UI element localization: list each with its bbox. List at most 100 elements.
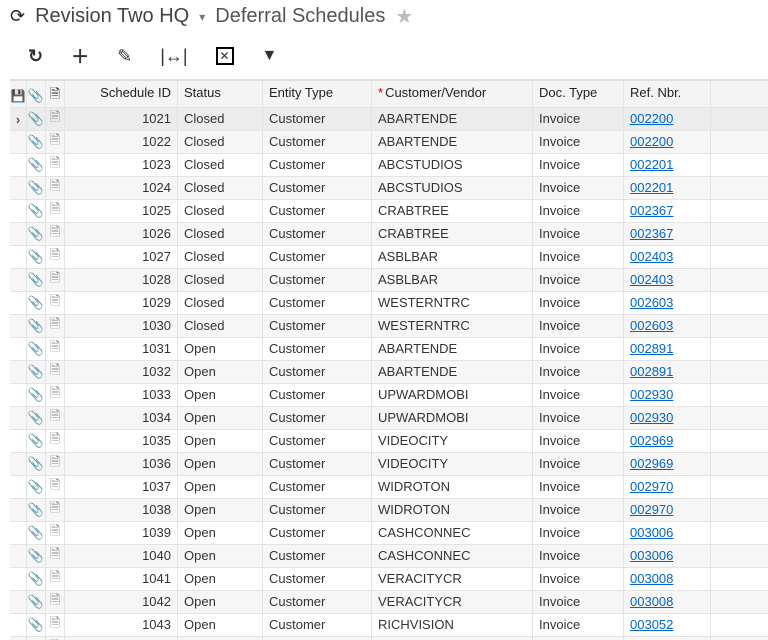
- notes-icon[interactable]: 🗎: [46, 177, 65, 199]
- attachment-icon[interactable]: 📎: [27, 522, 46, 544]
- table-row[interactable]: ›📎🗎1021ClosedCustomerABARTENDEInvoice002…: [10, 108, 768, 131]
- attachment-icon[interactable]: 📎: [27, 131, 46, 153]
- table-row[interactable]: 📎🗎1040OpenCustomerCASHCONNECInvoice00300…: [10, 545, 768, 568]
- notes-icon[interactable]: 🗎: [46, 269, 65, 291]
- ref-link[interactable]: 002200: [630, 111, 673, 126]
- attachment-icon[interactable]: 📎: [27, 499, 46, 521]
- header-customer-vendor[interactable]: *Customer/Vendor: [372, 81, 533, 107]
- header-save-icon[interactable]: 💾: [10, 81, 27, 107]
- ref-link[interactable]: 002603: [630, 318, 673, 333]
- attachment-icon[interactable]: 📎: [27, 407, 46, 429]
- notes-icon[interactable]: 🗎: [46, 292, 65, 314]
- ref-link[interactable]: 002969: [630, 456, 673, 471]
- attachment-icon[interactable]: 📎: [27, 338, 46, 360]
- notes-icon[interactable]: 🗎: [46, 545, 65, 567]
- header-ref-nbr[interactable]: Ref. Nbr.: [624, 81, 711, 107]
- ref-link[interactable]: 002891: [630, 364, 673, 379]
- attachment-icon[interactable]: 📎: [27, 476, 46, 498]
- notes-icon[interactable]: 🗎: [46, 200, 65, 222]
- table-row[interactable]: 📎🗎1041OpenCustomerVERACITYCRInvoice00300…: [10, 568, 768, 591]
- attachment-icon[interactable]: 📎: [27, 154, 46, 176]
- ref-link[interactable]: 002970: [630, 502, 673, 517]
- attachment-icon[interactable]: 📎: [27, 315, 46, 337]
- notes-icon[interactable]: 🗎: [46, 223, 65, 245]
- refresh-button[interactable]: ↻: [28, 46, 43, 67]
- notes-icon[interactable]: 🗎: [46, 154, 65, 176]
- attachment-icon[interactable]: 📎: [27, 568, 46, 590]
- attachment-icon[interactable]: 📎: [27, 591, 46, 613]
- table-row[interactable]: 📎🗎1029ClosedCustomerWESTERNTRCInvoice002…: [10, 292, 768, 315]
- attachment-icon[interactable]: 📎: [27, 200, 46, 222]
- notes-icon[interactable]: 🗎: [46, 131, 65, 153]
- attachment-icon[interactable]: 📎: [27, 545, 46, 567]
- header-doc-type[interactable]: Doc. Type: [533, 81, 624, 107]
- notes-icon[interactable]: 🗎: [46, 361, 65, 383]
- attachment-icon[interactable]: 📎: [27, 177, 46, 199]
- ref-link[interactable]: 002970: [630, 479, 673, 494]
- ref-link[interactable]: 002891: [630, 341, 673, 356]
- notes-icon[interactable]: 🗎: [46, 476, 65, 498]
- ref-link[interactable]: 003006: [630, 525, 673, 540]
- attachment-icon[interactable]: 📎: [27, 361, 46, 383]
- table-row[interactable]: 📎🗎1032OpenCustomerABARTENDEInvoice002891: [10, 361, 768, 384]
- ref-link[interactable]: 002403: [630, 249, 673, 264]
- table-row[interactable]: 📎🗎1023ClosedCustomerABCSTUDIOSInvoice002…: [10, 154, 768, 177]
- ref-link[interactable]: 003006: [630, 548, 673, 563]
- table-row[interactable]: 📎🗎1033OpenCustomerUPWARDMOBIInvoice00293…: [10, 384, 768, 407]
- ref-link[interactable]: 003008: [630, 571, 673, 586]
- notes-icon[interactable]: 🗎: [46, 453, 65, 475]
- ref-link[interactable]: 002201: [630, 180, 673, 195]
- header-attachment-icon[interactable]: 📎: [27, 81, 46, 107]
- table-row[interactable]: 📎🗎1038OpenCustomerWIDROTONInvoice002970: [10, 499, 768, 522]
- filter-button[interactable]: ▼: [262, 47, 278, 65]
- attachment-icon[interactable]: 📎: [27, 430, 46, 452]
- header-schedule-id[interactable]: Schedule ID: [65, 81, 178, 107]
- export-button[interactable]: ✕: [216, 47, 234, 65]
- header-status[interactable]: Status: [178, 81, 263, 107]
- notes-icon[interactable]: 🗎: [46, 614, 65, 636]
- attachment-icon[interactable]: 📎: [27, 108, 46, 130]
- notes-icon[interactable]: 🗎: [46, 246, 65, 268]
- notes-icon[interactable]: 🗎: [46, 568, 65, 590]
- chevron-down-icon[interactable]: ▾: [199, 10, 205, 24]
- notes-icon[interactable]: 🗎: [46, 338, 65, 360]
- attachment-icon[interactable]: 📎: [27, 269, 46, 291]
- fit-columns-button[interactable]: |↔|: [160, 46, 187, 67]
- table-row[interactable]: 📎🗎1027ClosedCustomerASBLBARInvoice002403: [10, 246, 768, 269]
- ref-link[interactable]: 002930: [630, 410, 673, 425]
- table-row[interactable]: 📎🗎1042OpenCustomerVERACITYCRInvoice00300…: [10, 591, 768, 614]
- attachment-icon[interactable]: 📎: [27, 223, 46, 245]
- ref-link[interactable]: 002969: [630, 433, 673, 448]
- table-row[interactable]: 📎🗎1039OpenCustomerCASHCONNECInvoice00300…: [10, 522, 768, 545]
- notes-icon[interactable]: 🗎: [46, 108, 65, 130]
- table-row[interactable]: 📎🗎1024ClosedCustomerABCSTUDIOSInvoice002…: [10, 177, 768, 200]
- notes-icon[interactable]: 🗎: [46, 384, 65, 406]
- ref-link[interactable]: 002367: [630, 203, 673, 218]
- table-row[interactable]: 📎🗎1031OpenCustomerABARTENDEInvoice002891: [10, 338, 768, 361]
- table-row[interactable]: 📎🗎1034OpenCustomerUPWARDMOBIInvoice00293…: [10, 407, 768, 430]
- table-row[interactable]: 📎🗎1025ClosedCustomerCRABTREEInvoice00236…: [10, 200, 768, 223]
- edit-button[interactable]: ✎: [117, 46, 132, 67]
- attachment-icon[interactable]: 📎: [27, 292, 46, 314]
- ref-link[interactable]: 002200: [630, 134, 673, 149]
- ref-link[interactable]: 003052: [630, 617, 673, 632]
- ref-link[interactable]: 002603: [630, 295, 673, 310]
- company-selector[interactable]: Revision Two HQ: [35, 5, 189, 28]
- add-button[interactable]: ＋: [71, 43, 89, 69]
- attachment-icon[interactable]: 📎: [27, 453, 46, 475]
- notes-icon[interactable]: 🗎: [46, 430, 65, 452]
- page-refresh-icon[interactable]: ⟳: [10, 6, 25, 27]
- attachment-icon[interactable]: 📎: [27, 614, 46, 636]
- table-row[interactable]: 📎🗎1036OpenCustomerVIDEOCITYInvoice002969: [10, 453, 768, 476]
- table-row[interactable]: 📎🗎1043OpenCustomerRICHVISIONInvoice00305…: [10, 614, 768, 637]
- table-row[interactable]: 📎🗎1030ClosedCustomerWESTERNTRCInvoice002…: [10, 315, 768, 338]
- table-row[interactable]: 📎🗎1028ClosedCustomerASBLBARInvoice002403: [10, 269, 768, 292]
- notes-icon[interactable]: 🗎: [46, 499, 65, 521]
- table-row[interactable]: 📎🗎1035OpenCustomerVIDEOCITYInvoice002969: [10, 430, 768, 453]
- ref-link[interactable]: 002403: [630, 272, 673, 287]
- notes-icon[interactable]: 🗎: [46, 407, 65, 429]
- header-entity-type[interactable]: Entity Type: [263, 81, 372, 107]
- favorite-star-icon[interactable]: ★: [395, 4, 413, 29]
- ref-link[interactable]: 002367: [630, 226, 673, 241]
- table-row[interactable]: 📎🗎1037OpenCustomerWIDROTONInvoice002970: [10, 476, 768, 499]
